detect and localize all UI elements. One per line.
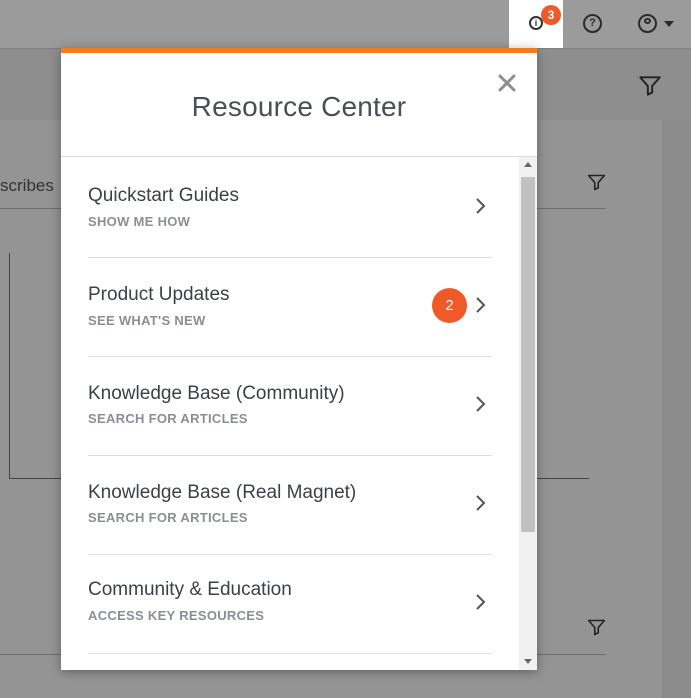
- resource-item-product-updates[interactable]: Product Updates SEE WHAT'S NEW 2: [88, 258, 492, 357]
- item-subtitle: SHOW ME HOW: [88, 214, 191, 229]
- chevron-right-icon: [476, 297, 486, 313]
- scroll-up-arrow-icon[interactable]: [524, 162, 532, 167]
- item-title: Product Updates: [88, 284, 230, 305]
- chevron-right-icon: [476, 594, 486, 610]
- item-subtitle: SEE WHAT'S NEW: [88, 313, 206, 328]
- scrollbar[interactable]: [519, 157, 537, 670]
- item-title: Quickstart Guides: [88, 185, 239, 206]
- item-subtitle: SEARCH FOR ARTICLES: [88, 411, 248, 426]
- item-title: Community & Education: [88, 579, 292, 600]
- user-icon[interactable]: [638, 14, 657, 33]
- modal-title: Resource Center: [191, 91, 407, 122]
- chevron-right-icon: [476, 495, 486, 511]
- info-button[interactable]: i 3: [509, 0, 563, 50]
- chevron-right-icon: [476, 396, 486, 412]
- item-subtitle: ACCESS KEY RESOURCES: [88, 608, 265, 623]
- scroll-down-arrow-icon[interactable]: [524, 659, 532, 664]
- notification-badge: 2: [432, 288, 467, 323]
- filter-icon[interactable]: [586, 172, 607, 193]
- item-title: Knowledge Base (Community): [88, 383, 345, 404]
- filter-icon[interactable]: [637, 73, 663, 99]
- help-icon[interactable]: ?: [583, 14, 602, 33]
- info-badge: 3: [541, 5, 561, 25]
- resource-item-knowledge-base-community[interactable]: Knowledge Base (Community) SEARCH FOR AR…: [88, 357, 492, 456]
- chevron-right-icon: [476, 198, 486, 214]
- item-subtitle: SEARCH FOR ARTICLES: [88, 510, 248, 525]
- resource-item-knowledge-base-real-magnet[interactable]: Knowledge Base (Real Magnet) SEARCH FOR …: [88, 456, 492, 555]
- chart-axis: [9, 253, 10, 479]
- resource-item-community-education[interactable]: Community & Education ACCESS KEY RESOURC…: [88, 555, 492, 654]
- item-title: Knowledge Base (Real Magnet): [88, 482, 357, 503]
- resource-list: Quickstart Guides SHOW ME HOW Product Up…: [61, 157, 519, 670]
- resource-center-modal: Resource Center Quickstart Guides SHOW M…: [61, 48, 537, 670]
- scroll-thumb[interactable]: [521, 177, 535, 532]
- resource-item-quickstart-guides[interactable]: Quickstart Guides SHOW ME HOW: [88, 159, 492, 258]
- chevron-down-icon[interactable]: [664, 21, 674, 27]
- filter-icon[interactable]: [586, 617, 607, 638]
- background-label: scribes: [0, 176, 54, 195]
